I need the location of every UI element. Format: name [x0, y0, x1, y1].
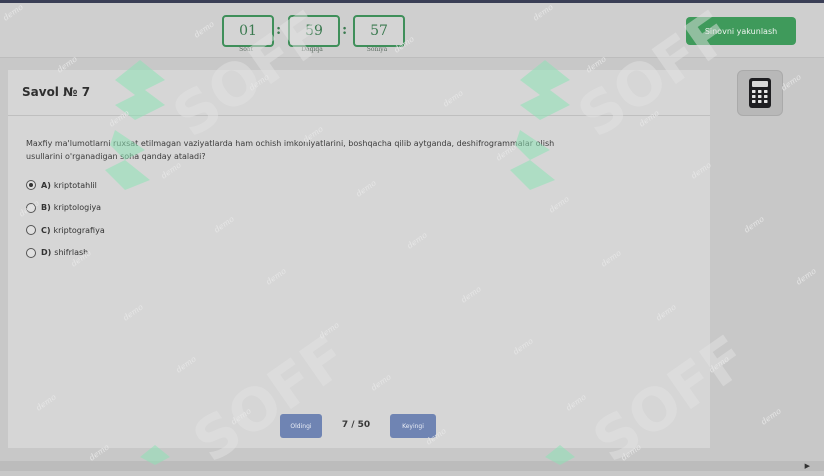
calculator-icon	[749, 78, 771, 108]
header-bar: 01 Soat : 59 Daqiqa : 57 Soniya Sinovni …	[0, 3, 824, 58]
watermark-text: demo	[794, 266, 818, 287]
timer-separator: :	[342, 22, 348, 38]
answer-option-c[interactable]: C) kriptografiya	[26, 219, 105, 242]
option-text: kriptografiya	[53, 225, 105, 235]
finish-test-button[interactable]: Sinovni yakunlash	[686, 17, 796, 45]
radio-icon[interactable]	[26, 180, 36, 191]
timer-minutes-label: Daqiqa	[301, 46, 323, 53]
option-letter: D)	[41, 248, 52, 258]
answer-option-b[interactable]: B) kriptologiya	[26, 197, 105, 220]
page-indicator: 7 / 50	[341, 420, 371, 430]
calculator-button[interactable]	[737, 70, 783, 116]
question-title: Savol № 7	[22, 85, 91, 99]
option-text: shifrlash	[54, 248, 89, 258]
answer-option-d[interactable]: D) shifrlash	[26, 242, 105, 265]
radio-icon[interactable]	[26, 225, 36, 236]
option-text: kriptotahlil	[53, 180, 97, 190]
option-letter: B)	[41, 203, 51, 213]
watermark-text: demo	[707, 354, 731, 375]
timer-hours-label: Soat	[239, 46, 253, 53]
timer-seconds: 57	[353, 15, 405, 47]
option-text: kriptologiya	[53, 203, 102, 213]
timer-seconds-label: Soniya	[366, 46, 388, 53]
radio-selected-dot	[29, 183, 33, 188]
question-card: Savol № 7 Maxfiy ma'lumotlarni ruxsat et…	[8, 70, 710, 448]
prev-question-button[interactable]: Oldingi	[280, 414, 322, 438]
watermark-text: demo	[759, 406, 783, 427]
option-letter: C)	[41, 225, 51, 235]
horizontal-scrollbar[interactable]: ▶	[0, 461, 824, 471]
radio-icon[interactable]	[26, 202, 36, 213]
scroll-right-arrow-icon[interactable]: ▶	[805, 462, 810, 470]
next-question-button[interactable]: Keyingi	[390, 414, 436, 438]
answer-option-a[interactable]: A) kriptotahlil	[26, 174, 105, 197]
timer-minutes: 59	[288, 15, 340, 47]
question-text: Maxfiy ma'lumotlarni ruxsat etilmagan va…	[26, 139, 555, 161]
radio-icon[interactable]	[26, 247, 36, 258]
answer-options: A) kriptotahlil B) kriptologiya C) kript…	[26, 174, 105, 264]
watermark-text: demo	[742, 214, 766, 235]
timer-hours: 01	[222, 15, 274, 47]
divider	[8, 115, 710, 116]
option-letter: A)	[41, 180, 51, 190]
timer-separator: :	[276, 22, 282, 38]
